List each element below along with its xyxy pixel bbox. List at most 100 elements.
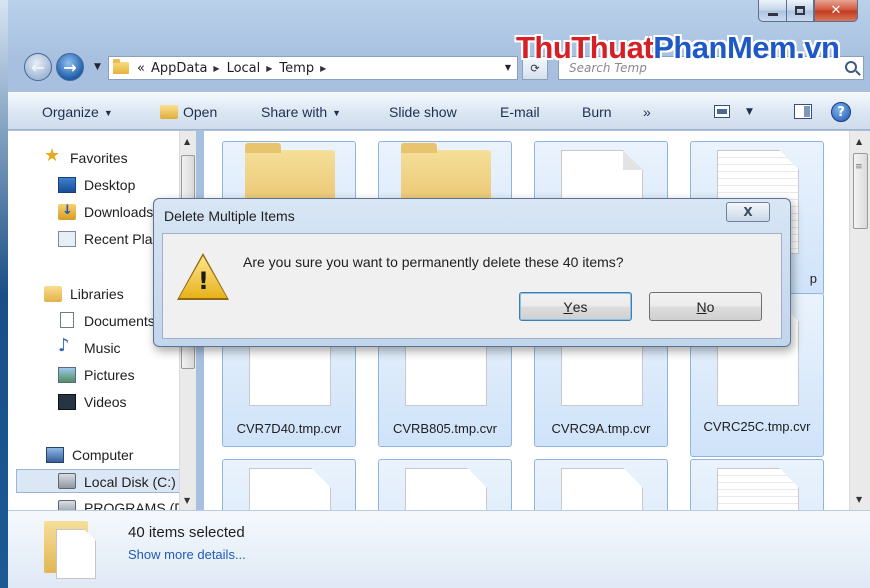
nav-favorites[interactable]: Favorites	[70, 150, 128, 166]
chevron-double-right-icon: »	[643, 104, 651, 120]
dropdown-arrow-icon: ▼	[103, 108, 113, 119]
nav-computer[interactable]: Computer	[72, 447, 133, 463]
forward-button[interactable]: →	[56, 53, 84, 81]
file-name: CVRB805.tmp.cvr	[392, 421, 498, 436]
more-commands-button[interactable]: »	[643, 104, 651, 120]
page-fold	[623, 150, 643, 170]
exclamation-mark-icon: !	[198, 267, 209, 295]
breadcrumb-local[interactable]: Local	[227, 61, 261, 76]
breadcrumb-temp[interactable]: Temp	[279, 61, 314, 76]
forward-arrow-icon: →	[63, 57, 77, 77]
yes-mnemonic: Y	[563, 298, 573, 315]
nav-pictures[interactable]: Pictures	[84, 367, 135, 383]
minimize-button[interactable]	[758, 0, 786, 22]
no-mnemonic: N	[696, 298, 707, 315]
file-name: CVRC9A.tmp.cvr	[551, 421, 651, 436]
nav-programs[interactable]: PROGRAMS (D:)	[84, 500, 193, 510]
help-label: ?	[837, 104, 845, 120]
file-tile[interactable]	[534, 459, 668, 510]
file-tile[interactable]	[690, 459, 824, 510]
minimize-icon	[767, 12, 778, 16]
email-button[interactable]: E-mail	[500, 104, 540, 120]
preview-pane-icon[interactable]	[794, 104, 812, 119]
address-history-dropdown[interactable]: ▼	[505, 63, 511, 72]
file-tile[interactable]	[222, 459, 356, 510]
file-icon	[561, 468, 643, 510]
nav-music[interactable]: Music	[84, 340, 121, 356]
drive-icon	[58, 500, 76, 510]
warning-icon: !	[177, 253, 229, 300]
text-file-icon	[717, 468, 799, 510]
scroll-up-icon[interactable]: ▲	[184, 137, 190, 146]
chevron-right-icon[interactable]: ▶	[266, 64, 272, 73]
close-button[interactable]: ✕	[814, 0, 858, 22]
maximize-icon	[795, 6, 805, 15]
file-icon	[405, 468, 487, 510]
dialog-message: Are you sure you want to permanently del…	[243, 254, 624, 270]
scroll-up-icon[interactable]: ▲	[856, 137, 862, 146]
videos-icon	[58, 394, 76, 410]
breadcrumb-appdata[interactable]: AppData	[151, 61, 207, 76]
downloads-icon	[58, 203, 76, 220]
nav-desktop[interactable]: Desktop	[84, 177, 135, 193]
dialog-close-button[interactable]: X	[726, 202, 770, 222]
yes-label: es	[572, 298, 588, 315]
email-label: E-mail	[500, 104, 540, 120]
back-button[interactable]: ←	[24, 53, 52, 81]
change-view-icon[interactable]	[714, 105, 730, 118]
file-icon	[249, 468, 331, 510]
watermark-logo: ThuThuatPhanMem.vn	[516, 30, 840, 66]
nav-videos[interactable]: Videos	[84, 394, 127, 410]
nav-libraries[interactable]: Libraries	[70, 286, 124, 302]
delete-dialog: Delete Multiple Items X ! Are you sure y…	[153, 198, 791, 347]
scroll-down-icon[interactable]: ▼	[184, 496, 190, 505]
computer-icon	[46, 447, 64, 463]
nav-downloads[interactable]: Downloads	[84, 204, 153, 220]
yes-button[interactable]: Yes	[519, 292, 632, 321]
share-with-button[interactable]: Share with ▼	[261, 104, 341, 120]
recent-places-icon	[58, 231, 76, 247]
maximize-button[interactable]	[786, 0, 814, 22]
open-label: Open	[183, 104, 218, 120]
close-icon: X	[743, 205, 753, 219]
local-disk-icon	[58, 473, 76, 489]
open-button[interactable]: Open	[160, 104, 217, 120]
content-scrollbar[interactable]: ▲ ≡ ▼	[849, 131, 870, 510]
scroll-down-icon[interactable]: ▼	[856, 495, 862, 504]
nav-local-disk[interactable]: Local Disk (C:)	[84, 474, 176, 490]
slide-show-button[interactable]: Slide show	[389, 104, 457, 120]
caption-buttons: ✕	[758, 0, 858, 22]
help-icon[interactable]: ?	[831, 102, 851, 122]
dialog-title: Delete Multiple Items	[164, 208, 295, 224]
organize-button[interactable]: Organize ▼	[42, 104, 113, 120]
command-bar: Organize ▼ Open Share with ▼ Slide show E-…	[8, 92, 870, 130]
chevron-right-icon[interactable]: ▶	[320, 64, 326, 73]
view-options-dropdown[interactable]: ▼	[746, 107, 753, 117]
watermark-part1: ThuThuat	[516, 30, 654, 65]
close-icon: ✕	[830, 3, 842, 18]
multiple-files-icon	[44, 521, 96, 579]
libraries-icon	[44, 286, 62, 302]
organize-label: Organize	[42, 104, 99, 120]
address-bar[interactable]: « AppData ▶ Local ▶ Temp ▶ ▼	[108, 56, 518, 80]
star-icon: ★	[44, 145, 61, 166]
file-name: CVRC25C.tmp.cvr	[703, 419, 811, 434]
burn-button[interactable]: Burn	[582, 104, 612, 120]
search-icon[interactable]	[845, 61, 857, 73]
watermark-part2: PhanMem.vn	[653, 30, 840, 65]
chevron-right-icon[interactable]: ▶	[213, 64, 219, 73]
breadcrumb-overflow[interactable]: «	[137, 61, 145, 76]
show-more-details-link[interactable]: Show more details...	[128, 547, 246, 562]
page-shape	[56, 529, 96, 579]
desktop-icon	[58, 177, 76, 193]
no-button[interactable]: No	[649, 292, 762, 321]
selection-count: 40 items selected	[128, 524, 245, 541]
recent-pages-dropdown[interactable]: ▼	[94, 62, 101, 72]
file-tile[interactable]	[378, 459, 512, 510]
file-name: CVR7D40.tmp.cvr	[236, 421, 342, 436]
burn-label: Burn	[582, 104, 612, 120]
no-label: o	[706, 298, 715, 315]
open-folder-icon	[160, 105, 178, 119]
music-icon: ♪	[58, 335, 70, 356]
nav-documents[interactable]: Documents	[84, 313, 155, 329]
